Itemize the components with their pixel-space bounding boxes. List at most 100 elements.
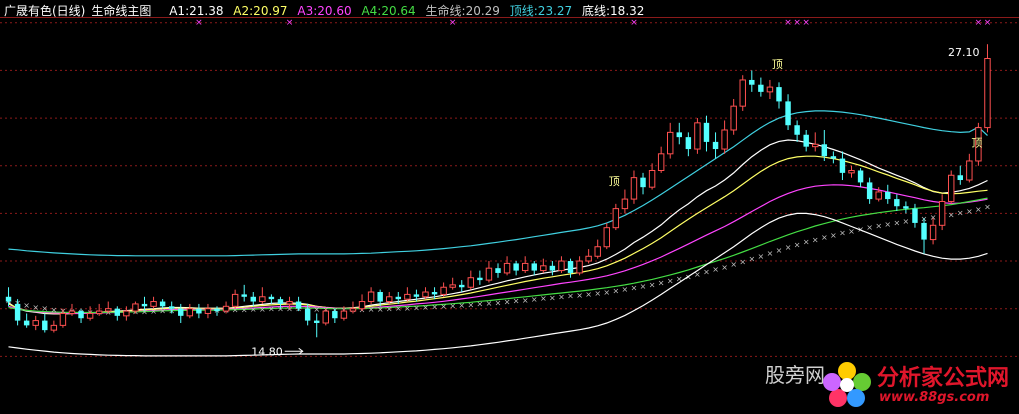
candle-body <box>178 308 184 316</box>
lifeline-marker: × <box>395 304 402 313</box>
candle-body <box>59 312 67 326</box>
candle-body <box>531 263 537 271</box>
lifeline-marker: × <box>875 222 882 231</box>
lifeline-marker: × <box>431 303 438 312</box>
lifeline-marker: × <box>612 287 619 296</box>
lifeline-marker: × <box>513 297 520 306</box>
lifeline-marker: × <box>467 300 474 309</box>
lifeline-marker: × <box>966 207 973 216</box>
lifeline-marker: × <box>449 302 456 311</box>
signal-x-marker: × <box>449 18 457 28</box>
candle-body <box>585 255 592 262</box>
candlestick-chart: × × × × × × × × × × × × × × × × × × × × × × × × × × × × × × × × × × × × × × × ×… <box>0 17 1019 358</box>
lifeline-marker: × <box>241 305 248 314</box>
candle-body <box>459 284 465 288</box>
candle-body <box>794 125 800 135</box>
candle-body <box>776 87 782 102</box>
candle-body <box>894 199 900 207</box>
top-signal-marker: 顶 <box>609 175 620 188</box>
candle-body <box>295 301 302 309</box>
candle-body <box>903 206 909 209</box>
candle-body <box>241 294 247 297</box>
lifeline-marker: × <box>640 282 647 291</box>
lifeline-marker: × <box>785 243 792 252</box>
lifeline-marker: × <box>703 268 710 277</box>
candle-body <box>549 265 556 271</box>
candle-body <box>440 286 447 295</box>
lifeline-marker: × <box>748 255 755 264</box>
candle-body <box>513 263 519 271</box>
lifeline-marker: × <box>667 277 674 286</box>
candle-body <box>848 169 855 174</box>
candle-body <box>758 84 764 92</box>
lifeline-marker: × <box>839 229 846 238</box>
candle-body <box>132 303 139 312</box>
candle-body <box>196 308 202 314</box>
candle-body <box>839 158 846 173</box>
lifeline-marker: × <box>721 263 728 272</box>
candle-body <box>929 224 937 241</box>
candle-body <box>313 320 320 323</box>
candle-body <box>648 169 656 188</box>
candle-body <box>68 310 76 314</box>
candle-body <box>966 160 973 181</box>
candle-body <box>431 292 438 295</box>
lifeline-marker: × <box>531 295 538 304</box>
candle-body <box>594 246 601 257</box>
top-signal-marker: 顶 <box>971 137 982 150</box>
legend-lifeline: 生命线:20.29 <box>425 4 500 18</box>
lifeline-marker: × <box>313 305 320 314</box>
lifeline-marker: × <box>649 280 656 289</box>
candle-body <box>912 208 918 223</box>
candle-body <box>821 144 828 157</box>
candle-body <box>349 308 357 312</box>
candle-body <box>259 296 266 303</box>
candle-body <box>358 301 366 310</box>
candle-body <box>32 320 39 326</box>
candle-body <box>621 198 629 210</box>
signal-x-marker: × <box>984 18 992 28</box>
candle-body <box>803 134 809 147</box>
candle-body <box>123 310 130 317</box>
candle-body <box>477 277 483 281</box>
lifeline-marker: × <box>622 285 629 294</box>
candle-body <box>395 296 402 300</box>
lifeline-marker: × <box>903 217 910 226</box>
series-line-a3 <box>8 184 988 315</box>
candle-body <box>231 293 239 307</box>
candle-body <box>749 79 755 85</box>
legend-topline: 顶线:23.27 <box>509 4 573 18</box>
candle-body <box>885 191 891 200</box>
candle-body <box>685 137 692 150</box>
lifeline-marker: × <box>368 305 375 314</box>
candle-body <box>86 312 94 319</box>
lifeline-marker: × <box>957 209 964 218</box>
lifeline-marker: × <box>830 231 837 240</box>
legend: 广晟有色(日线) 生命线主图 A1:21.38 A2:20.97 A3:20.60… <box>4 2 650 19</box>
lifeline-marker: × <box>585 290 592 299</box>
candle-body <box>703 122 710 142</box>
lifeline-marker: × <box>23 301 30 310</box>
signal-x-marker: × <box>630 18 638 28</box>
high-price-label: 27.10 <box>948 46 980 59</box>
lifeline-marker: × <box>866 223 873 232</box>
lifeline-marker: × <box>631 284 638 293</box>
signal-x-marker: × <box>286 18 294 28</box>
lifeline-marker: × <box>893 218 900 227</box>
candle-body <box>159 301 166 307</box>
lifeline-marker: × <box>776 246 783 255</box>
candle-body <box>503 262 511 274</box>
lifeline-marker: × <box>386 305 393 314</box>
candle-body <box>812 143 819 148</box>
lifeline-marker: × <box>567 292 574 301</box>
candle-body <box>657 153 665 171</box>
low-price-label: 14.80 <box>251 345 283 358</box>
lifeline-marker: × <box>268 305 275 314</box>
candle-body <box>286 301 293 305</box>
candle-body <box>630 177 638 200</box>
lifeline-marker: × <box>767 249 774 258</box>
watermark-brand: 分析家公式网 <box>877 366 1010 391</box>
candle-body <box>640 177 646 188</box>
lifeline-marker: × <box>730 260 737 269</box>
lifeline-marker: × <box>422 303 429 312</box>
